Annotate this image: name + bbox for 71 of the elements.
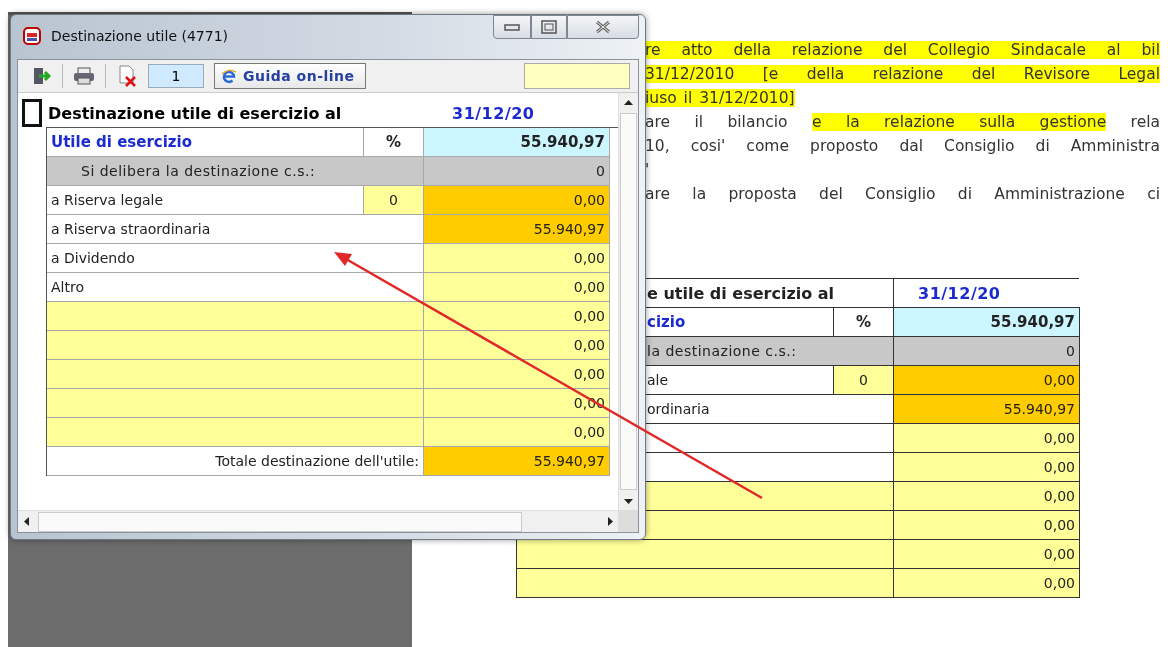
close-button[interactable] xyxy=(567,15,639,39)
page-field[interactable]: 1 xyxy=(148,64,204,88)
document-text: re atto della relazione del Collegio Sindacale al bil xyxy=(645,40,1160,61)
maximize-button[interactable] xyxy=(531,15,567,39)
percent-cell[interactable]: 0 xyxy=(834,366,894,395)
amount-cell: 55.940,97 xyxy=(894,395,1080,424)
amount-cell: 55.940,97 xyxy=(424,215,610,244)
exit-icon xyxy=(31,66,51,86)
amount-cell: 0,00 xyxy=(424,186,610,215)
input-field[interactable] xyxy=(47,302,424,331)
percent-cell[interactable]: 0 xyxy=(364,186,424,215)
input-field[interactable] xyxy=(47,418,424,447)
input-field[interactable] xyxy=(517,540,894,569)
input-field[interactable] xyxy=(47,331,424,360)
amount-cell[interactable]: 0 xyxy=(424,157,610,186)
amount-cell[interactable]: 0,00 xyxy=(424,331,610,360)
amount-cell[interactable]: 0 xyxy=(894,337,1080,366)
input-field[interactable] xyxy=(524,63,630,89)
label-cell: Totale destinazione dell'utile: xyxy=(47,447,424,476)
maximize-icon xyxy=(541,20,557,34)
document-text: 31/12/2010 [e della relazione del Revisore Legal xyxy=(645,64,1160,85)
label-cell: Altro xyxy=(47,273,424,302)
input-field[interactable] xyxy=(517,569,894,598)
horizontal-scrollbar[interactable] xyxy=(18,510,618,532)
amount-cell[interactable]: 55.940,97 xyxy=(424,128,610,157)
amount-cell[interactable]: 0,00 xyxy=(424,302,610,331)
sheet-date: 31/12/20 xyxy=(451,103,535,123)
amount-cell: 0,00 xyxy=(894,366,1080,395)
input-field[interactable] xyxy=(47,389,424,418)
sheet-heading: Destinazione utile di esercizio al xyxy=(48,103,343,123)
delete-document-icon xyxy=(117,65,137,87)
left-arrow-icon xyxy=(23,517,29,526)
label-cell: Utile di esercizio xyxy=(47,128,364,157)
select-all-box[interactable] xyxy=(22,99,42,127)
amount-cell[interactable]: 0,00 xyxy=(424,418,610,447)
document-text: 10, cosi' come proposto dal Consiglio di Amministra xyxy=(645,136,1160,157)
label-cell: a Riserva straordinaria xyxy=(47,215,424,244)
document-text: are il bilancio e la relazione sulla gestione rela xyxy=(645,112,1160,133)
amount-cell[interactable]: 0,00 xyxy=(894,540,1080,569)
label-cell: a Riserva legale xyxy=(47,186,364,215)
vertical-scrollbar[interactable] xyxy=(618,93,638,510)
percent-cell: % xyxy=(834,308,894,337)
label-cell: Si delibera la destinazione c.s.: xyxy=(47,157,424,186)
amount-cell[interactable]: 0,00 xyxy=(424,273,610,302)
scrollbar-corner xyxy=(618,510,638,532)
label-cell: a Dividendo xyxy=(47,244,424,273)
window-title: Destinazione utile (4771) xyxy=(51,28,229,44)
amount-cell[interactable]: 55.940,97 xyxy=(894,308,1080,337)
amount-cell[interactable]: 0,00 xyxy=(894,482,1080,511)
input-field[interactable] xyxy=(47,360,424,389)
app-icon xyxy=(21,25,43,47)
browser-icon xyxy=(221,68,237,84)
amount-cell[interactable]: 0,00 xyxy=(894,511,1080,540)
right-arrow-icon xyxy=(607,517,613,526)
document-text: ' xyxy=(645,160,651,181)
minimize-icon xyxy=(504,22,520,32)
down-arrow-icon xyxy=(624,498,633,504)
up-arrow-icon xyxy=(624,99,633,105)
amount-cell[interactable]: 0,00 xyxy=(894,424,1080,453)
help-button[interactable]: Guida on-line xyxy=(214,63,366,89)
minimize-button[interactable] xyxy=(493,15,531,39)
document-text: are la proposta del Consiglio di Amministrazione ci xyxy=(645,184,1160,205)
amount-cell[interactable]: 0,00 xyxy=(424,244,610,273)
percent-cell: % xyxy=(364,128,424,157)
amount-cell[interactable]: 0,00 xyxy=(424,360,610,389)
close-icon xyxy=(594,20,612,34)
printer-icon xyxy=(73,67,95,85)
amount-cell[interactable]: 0,00 xyxy=(894,569,1080,598)
amount-cell[interactable]: 0,00 xyxy=(894,453,1080,482)
document-text: iuso il 31/12/2010] xyxy=(645,88,796,109)
amount-cell[interactable]: 55.940,97 xyxy=(424,447,610,476)
